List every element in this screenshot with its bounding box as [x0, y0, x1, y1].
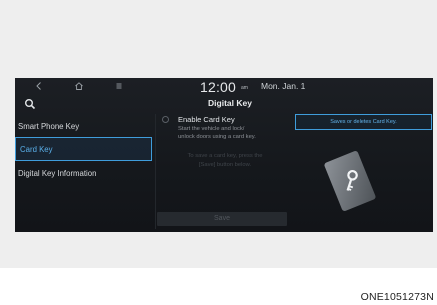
- page-title: Digital Key: [208, 98, 252, 108]
- infotainment-screen: 12:00 am Mon. Jan. 1 Digital Key Smart P…: [15, 78, 433, 232]
- enable-card-key-description: unlock doors using a card key.: [178, 134, 256, 140]
- sidebar-item-card-key[interactable]: Card Key: [15, 137, 152, 161]
- card-key-icon: [324, 151, 376, 211]
- save-instruction: [Save] button below.: [198, 162, 252, 168]
- figure-code: ONE1051273N: [360, 291, 434, 303]
- menu-icon[interactable]: [114, 81, 124, 91]
- sidebar-item-digital-key-information[interactable]: Digital Key Information: [18, 169, 96, 178]
- enable-card-key-checkbox[interactable]: [162, 116, 169, 123]
- save-instruction: To save a card key, press the: [187, 153, 263, 159]
- enable-card-key-label[interactable]: Enable Card Key: [178, 115, 235, 124]
- enable-card-key-description: Start the vehicle and lock/: [178, 126, 245, 132]
- clock-ampm: am: [241, 85, 248, 91]
- back-icon[interactable]: [34, 81, 44, 91]
- clock-time: 12:00: [200, 79, 237, 95]
- save-button[interactable]: Save: [157, 212, 287, 226]
- save-button-tooltip: Saves or deletes Card Key.: [295, 114, 432, 130]
- sidebar-item-label: Card Key: [20, 145, 53, 154]
- home-icon[interactable]: [74, 81, 84, 91]
- sidebar-divider: [155, 114, 156, 229]
- clock-date: Mon. Jan. 1: [261, 81, 306, 91]
- sidebar-item-smart-phone-key[interactable]: Smart Phone Key: [18, 122, 79, 131]
- search-icon[interactable]: [24, 98, 36, 110]
